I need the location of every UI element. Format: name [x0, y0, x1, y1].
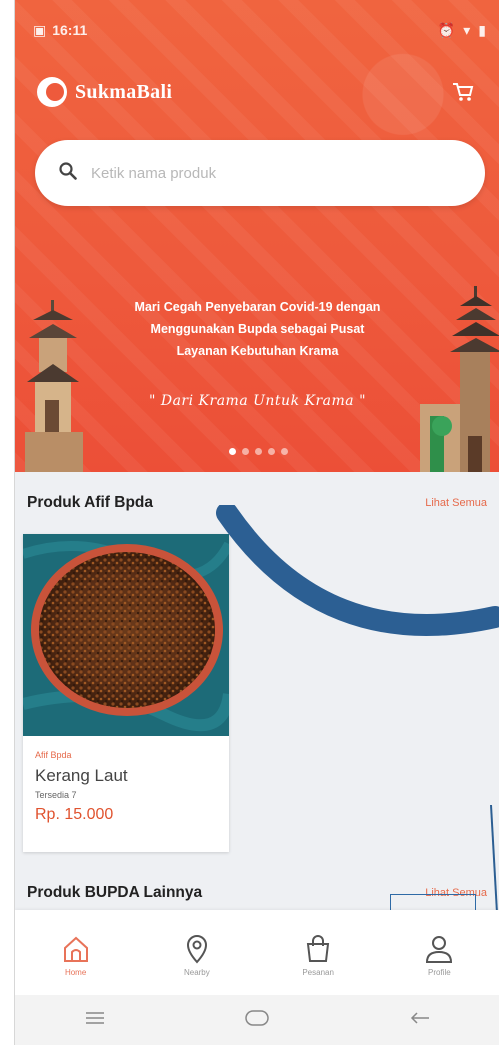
- status-time: 16:11: [52, 22, 88, 38]
- home-icon: [63, 936, 88, 962]
- section-bupda-title: Produk BUPDA Lainnya: [27, 884, 203, 901]
- product-card[interactable]: Afif Bpda Kerang Laut Tersedia 7 Rp. 15.…: [23, 534, 229, 852]
- brand-name: SukmaBali: [75, 80, 173, 103]
- product-name: Kerang Laut: [35, 766, 128, 785]
- notification-icon: ▣: [33, 21, 47, 38]
- nav-profile[interactable]: Profile: [399, 934, 479, 977]
- nav-nearby[interactable]: Nearby: [157, 934, 237, 977]
- carousel-dot[interactable]: [255, 448, 262, 455]
- wifi-icon: ▾: [463, 21, 471, 38]
- carousel-dot[interactable]: [242, 448, 249, 455]
- shopping-bag-icon: [307, 935, 330, 962]
- nav-orders[interactable]: Pesanan: [278, 934, 358, 977]
- product-image: [23, 534, 229, 736]
- banner-line-2: Menggunakan Bupda sebagai Pusat: [150, 322, 365, 336]
- brand-logo-icon: [37, 77, 67, 107]
- phone-screen: ▣ 16:11 ⏰ ▾ ▮ SukmaBali Ketik nama produ…: [14, 0, 499, 1045]
- cart-icon[interactable]: [448, 77, 478, 107]
- back-icon[interactable]: [409, 1011, 431, 1030]
- section-afif-title: Produk Afif Bpda: [27, 494, 154, 511]
- search-icon: [59, 161, 77, 185]
- banner-slogan: " Dari Krama Untuk Krama ": [148, 393, 367, 409]
- banner-line-3: Layanan Kebutuhan Krama: [176, 344, 339, 358]
- carousel-dot[interactable]: [268, 448, 275, 455]
- carousel-indicator: [229, 448, 288, 455]
- nav-home[interactable]: Home: [36, 934, 116, 977]
- banner-message: Mari Cegah Penyebaran Covid-19 dengan Me…: [75, 296, 440, 362]
- product-seller: Afif Bpda: [35, 750, 72, 760]
- search-placeholder: Ketik nama produk: [91, 164, 217, 182]
- bottom-navigation: Home Nearby Pesanan Profile: [15, 910, 499, 995]
- nav-home-label: Home: [64, 968, 87, 977]
- location-pin-icon: [186, 935, 207, 964]
- app-bar: SukmaBali: [37, 72, 478, 112]
- annotation-arrow: [216, 505, 499, 914]
- user-icon: [426, 936, 453, 963]
- system-navigation-bar: [15, 995, 499, 1045]
- carousel-dot[interactable]: [229, 448, 236, 455]
- nav-orders-label: Pesanan: [302, 968, 334, 977]
- home-button-icon[interactable]: [244, 1009, 270, 1032]
- alarm-icon: ⏰: [437, 21, 456, 38]
- menu-icon[interactable]: [84, 1011, 106, 1030]
- product-stock: Tersedia 7: [35, 790, 77, 800]
- search-input[interactable]: Ketik nama produk: [35, 140, 485, 206]
- nav-profile-label: Profile: [428, 968, 451, 977]
- brand: SukmaBali: [37, 77, 172, 107]
- product-price: Rp. 15.000: [35, 806, 114, 823]
- banner-line-1: Mari Cegah Penyebaran Covid-19 dengan: [134, 300, 381, 314]
- hero-banner[interactable]: ▣ 16:11 ⏰ ▾ ▮ SukmaBali Ketik nama produ…: [15, 0, 499, 472]
- status-bar: ▣ 16:11 ⏰ ▾ ▮: [33, 18, 486, 42]
- battery-icon: ▮: [478, 21, 486, 38]
- nav-nearby-label: Nearby: [183, 968, 210, 977]
- carousel-dot[interactable]: [281, 448, 288, 455]
